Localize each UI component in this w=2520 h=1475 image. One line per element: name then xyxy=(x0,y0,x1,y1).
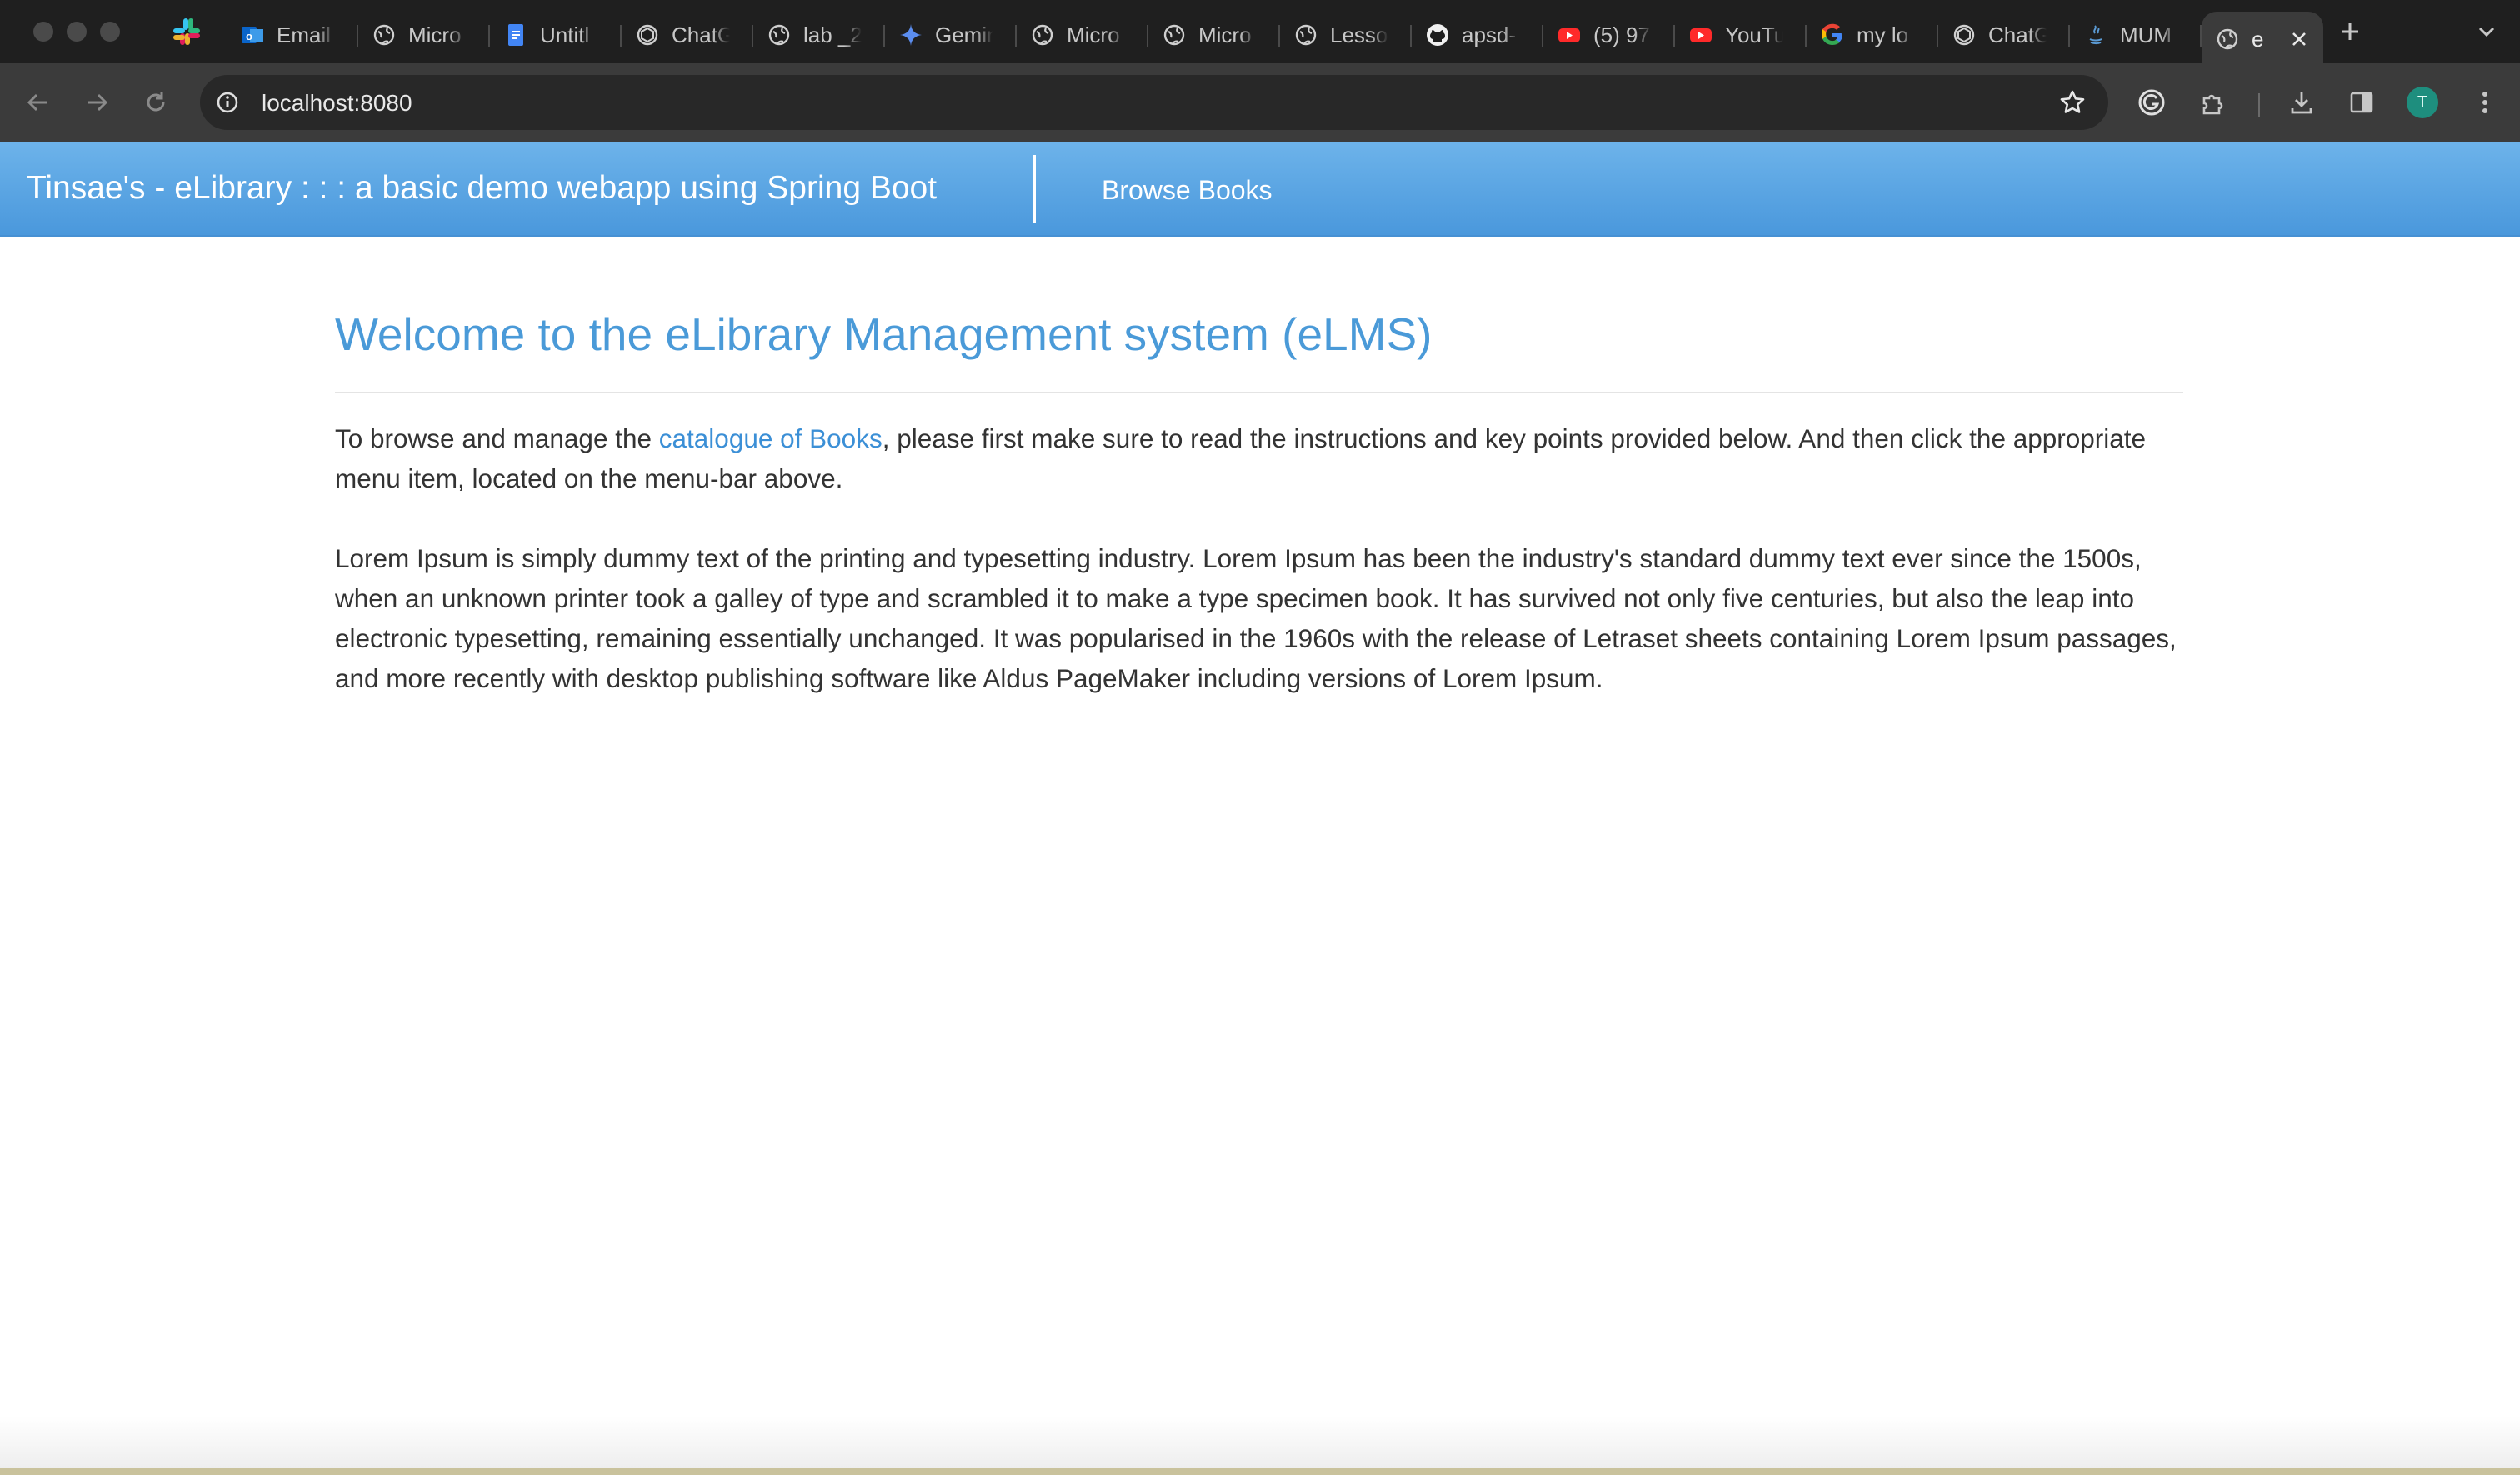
gemini-icon xyxy=(898,22,923,48)
browser-tab[interactable]: my lo xyxy=(1807,12,1938,58)
close-tab-icon[interactable] xyxy=(2287,27,2312,52)
new-tab-button[interactable] xyxy=(2333,15,2367,48)
tab-list: o Email Micro Untitl ChatG lab _2 Gemin Micro Mi… xyxy=(227,8,2323,67)
tab-title: YouTu xyxy=(1725,22,1783,48)
tab-title: Untitl xyxy=(540,22,590,48)
intro-paragraph: To browse and manage the catalogue of Bo… xyxy=(335,418,2183,498)
browser-toolbar: localhost:8080 xyxy=(0,63,2520,142)
minimize-window-button[interactable] xyxy=(67,22,87,42)
browser-tab[interactable]: Micro xyxy=(1017,12,1148,58)
google-icon xyxy=(1820,22,1845,48)
slack-pinned-tab-icon[interactable] xyxy=(172,17,202,47)
browser-tab[interactable]: MUM xyxy=(2070,12,2202,58)
browser-tab[interactable]: Gemin xyxy=(885,12,1017,58)
browser-tab[interactable]: Untitl xyxy=(490,12,622,58)
side-panel-icon[interactable] xyxy=(2345,85,2378,120)
browser-tab[interactable]: Micro xyxy=(1148,12,1280,58)
navbar-divider xyxy=(1033,155,1036,223)
site-brand[interactable]: Tinsae's - eLibrary : : : a basic demo w… xyxy=(27,170,937,207)
tab-title: Micro xyxy=(1198,22,1252,48)
profile-avatar[interactable]: T xyxy=(2407,87,2438,118)
downloads-icon[interactable] xyxy=(2285,85,2318,120)
tab-title: my lo xyxy=(1857,22,1909,48)
tab-title: Gemin xyxy=(935,22,993,48)
svg-text:o: o xyxy=(246,30,252,42)
globe-icon xyxy=(372,22,397,48)
browser-menu-icon[interactable] xyxy=(2468,85,2502,120)
maximize-window-button[interactable] xyxy=(100,22,120,42)
reload-button[interactable] xyxy=(138,85,173,120)
browser-tab[interactable]: ChatG xyxy=(622,12,753,58)
lorem-paragraph: Lorem Ipsum is simply dummy text of the … xyxy=(335,543,2177,693)
tab-title: Micro xyxy=(1067,22,1120,48)
tab-title: ChatG xyxy=(1988,22,2047,48)
browser-tab[interactable]: o Email xyxy=(227,12,358,58)
tab-title: Lesso xyxy=(1330,22,1388,48)
address-bar[interactable]: localhost:8080 xyxy=(200,75,2108,130)
window-controls xyxy=(33,22,120,42)
browser-tab[interactable]: lab _2 xyxy=(753,12,885,58)
web-page: Tinsae's - eLibrary : : : a basic demo w… xyxy=(0,142,2520,1475)
forward-button[interactable] xyxy=(80,85,115,120)
globe-icon xyxy=(1293,22,1318,48)
url-text[interactable]: localhost:8080 xyxy=(262,90,412,117)
browser-window: o Email Micro Untitl ChatG lab _2 Gemin Micro Mi… xyxy=(0,0,2520,1475)
tab-title: lab _2 xyxy=(803,22,862,48)
site-navbar: Tinsae's - eLibrary : : : a basic demo w… xyxy=(0,142,2520,237)
tab-title: Micro xyxy=(408,22,462,48)
java-icon xyxy=(2083,22,2108,48)
back-button[interactable] xyxy=(20,85,55,120)
browser-tab[interactable]: ChatG xyxy=(1938,12,2070,58)
youtube-icon xyxy=(1557,22,1582,48)
grammarly-extension-icon[interactable] xyxy=(2135,85,2168,120)
page-title: Welcome to the eLibrary Management syste… xyxy=(335,308,1432,360)
site-info-icon[interactable] xyxy=(215,90,240,115)
main-content: Welcome to the eLibrary Management syste… xyxy=(335,305,2183,698)
browser-tab[interactable]: Micro xyxy=(358,12,490,58)
google-docs-icon xyxy=(503,22,528,48)
globe-icon xyxy=(1030,22,1055,48)
chatgpt-icon xyxy=(635,22,660,48)
browser-tab[interactable]: apsd- xyxy=(1412,12,1543,58)
youtube-icon xyxy=(1688,22,1713,48)
tab-search-button[interactable] xyxy=(2468,15,2505,48)
browser-tab[interactable]: YouTu xyxy=(1675,12,1807,58)
active-browser-tab[interactable]: e xyxy=(2202,12,2323,67)
tab-title: Email xyxy=(277,22,332,48)
chatgpt-icon xyxy=(1952,22,1977,48)
tab-title: apsd- xyxy=(1462,22,1517,48)
intro-text-start: To browse and manage the xyxy=(335,423,659,453)
browser-tab[interactable]: Lesso xyxy=(1280,12,1412,58)
tab-title: e xyxy=(2252,26,2264,52)
browser-tab[interactable]: (5) 97 xyxy=(1543,12,1675,58)
bookmark-star-icon[interactable] xyxy=(2058,88,2087,117)
github-icon xyxy=(1425,22,1450,48)
tab-title: ChatG xyxy=(672,22,730,48)
extensions-puzzle-icon[interactable] xyxy=(2197,85,2230,120)
catalogue-of-books-link[interactable]: catalogue of Books xyxy=(659,423,882,453)
outlook-icon: o xyxy=(240,22,265,48)
desktop-edge xyxy=(0,1468,2520,1475)
tab-strip: o Email Micro Untitl ChatG lab _2 Gemin Micro Mi… xyxy=(0,0,2520,67)
tab-title: (5) 97 xyxy=(1593,22,1650,48)
window-bottom-shadow xyxy=(0,1417,2520,1475)
tab-title: MUM xyxy=(2120,22,2172,48)
close-window-button[interactable] xyxy=(33,22,53,42)
nav-link-browse-books[interactable]: Browse Books xyxy=(1102,175,1272,206)
globe-icon xyxy=(767,22,792,48)
title-divider xyxy=(335,392,2183,393)
toolbar-divider xyxy=(2258,93,2260,117)
globe-icon xyxy=(2215,27,2240,52)
globe-icon xyxy=(1162,22,1187,48)
